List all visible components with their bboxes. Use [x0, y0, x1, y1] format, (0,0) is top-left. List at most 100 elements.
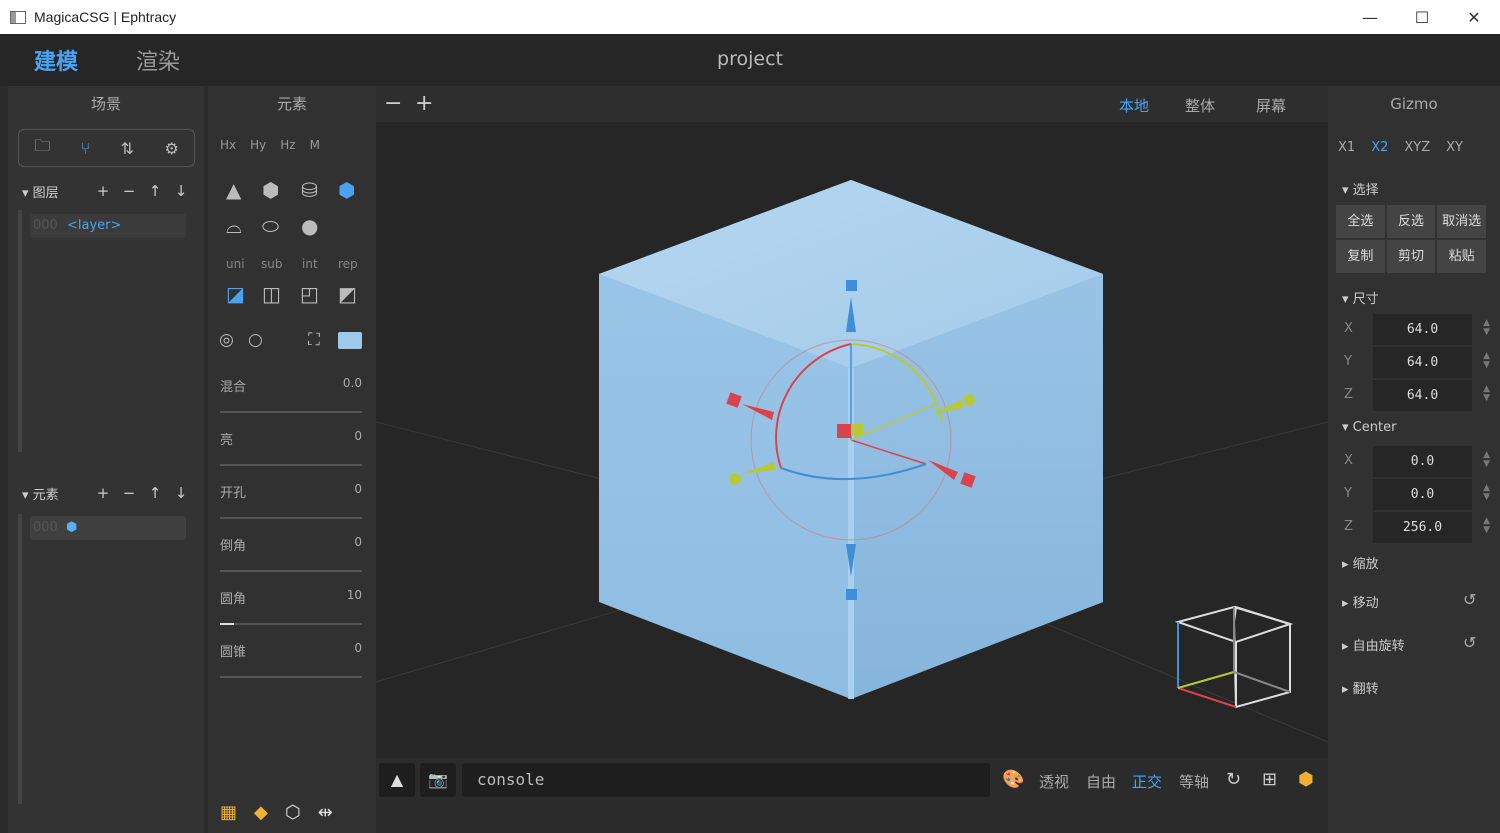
select-section-header[interactable]: ▾ 选择 [1342, 179, 1379, 198]
remove-layer-button[interactable]: − [116, 180, 142, 202]
console-input[interactable]: console [462, 763, 990, 797]
tab-xyz[interactable]: XYZ [1404, 140, 1430, 155]
replace-icon[interactable]: ◩ [338, 282, 357, 306]
move-layer-up-button[interactable]: ↑ [142, 180, 168, 202]
color-swatch[interactable] [338, 332, 362, 349]
move-section-header[interactable]: ▸ 移动 [1342, 592, 1379, 611]
elements-scrollbar[interactable] [18, 514, 22, 804]
camera-button[interactable]: 📷 [420, 763, 456, 797]
frame-icon[interactable]: ⛶ [308, 330, 320, 350]
minimize-button[interactable]: — [1344, 0, 1396, 34]
deselect-button[interactable]: 取消选 [1437, 205, 1486, 238]
gizmo-handle[interactable] [963, 394, 975, 406]
cone-icon[interactable]: ▲ [226, 178, 241, 202]
gear-icon[interactable]: ⚙ [164, 139, 178, 158]
intersect-icon[interactable]: ◰ [300, 282, 319, 306]
sort-icon[interactable]: ⇅ [121, 139, 134, 158]
circle-icon[interactable]: ○ [248, 330, 263, 350]
tree-icon[interactable]: ⑂ [81, 139, 91, 158]
center-x-input[interactable]: 0.0 [1373, 446, 1472, 477]
triangle-toggle-button[interactable]: ▲ [379, 763, 415, 797]
palette-icon[interactable]: 🎨 [1002, 769, 1024, 790]
box-icon[interactable]: ⬡ [285, 802, 301, 823]
element-list-item[interactable]: 000 ⬢ [30, 516, 186, 540]
mode-free[interactable]: 自由 [1086, 771, 1116, 792]
folder-icon[interactable]: 🗀 [34, 135, 50, 162]
mode-orthographic[interactable]: 正交 [1132, 771, 1162, 792]
grid-icon[interactable]: ▦ [220, 802, 237, 823]
axis-m[interactable]: M [310, 138, 320, 152]
size-y-spinner[interactable]: ▲▼ [1483, 352, 1490, 370]
tab-x1[interactable]: X1 [1338, 140, 1355, 155]
center-z-spinner[interactable]: ▲▼ [1483, 517, 1490, 535]
axis-hz[interactable]: Hz [280, 138, 295, 152]
tab-x2[interactable]: X2 [1371, 140, 1388, 155]
tab-screen[interactable]: 屏幕 [1256, 95, 1286, 116]
union-icon[interactable]: ◪ [226, 282, 245, 306]
tab-local[interactable]: 本地 [1119, 95, 1149, 116]
diamond-icon[interactable]: ◆ [254, 802, 268, 823]
add-element-button[interactable]: + [90, 482, 116, 504]
zoom-in-button[interactable]: + [415, 91, 433, 116]
remove-element-button[interactable]: − [116, 482, 142, 504]
add-layer-button[interactable]: + [90, 180, 116, 202]
gizmo-handle[interactable] [729, 473, 741, 485]
gizmo-center-handle[interactable] [851, 424, 863, 436]
reset-rotate-icon[interactable]: ↺ [1463, 633, 1476, 652]
axis-hy[interactable]: Hy [250, 138, 266, 152]
mode-perspective[interactable]: 透视 [1039, 771, 1069, 792]
select-all-button[interactable]: 全选 [1336, 205, 1385, 238]
copy-button[interactable]: 复制 [1336, 240, 1385, 273]
center-x-spinner[interactable]: ▲▼ [1483, 451, 1490, 469]
flip-section-header[interactable]: ▸ 翻转 [1342, 678, 1379, 697]
invert-selection-button[interactable]: 反选 [1387, 205, 1436, 238]
cut-button[interactable]: 剪切 [1387, 240, 1436, 273]
close-button[interactable]: ✕ [1448, 0, 1500, 34]
scale-section-header[interactable]: ▸ 缩放 [1342, 553, 1379, 572]
tab-render[interactable]: 渲染 [136, 44, 180, 76]
box-icon[interactable]: ⬢ [1298, 769, 1314, 790]
move-layer-down-button[interactable]: ↓ [168, 180, 194, 202]
cone-track[interactable] [220, 676, 362, 678]
hexagon-icon[interactable]: ⬢ [262, 178, 279, 202]
subtract-icon[interactable]: ◫ [262, 282, 281, 306]
layer-list-item[interactable]: 000 <layer> [30, 214, 186, 238]
elements-header[interactable]: ▾ 元素 [22, 484, 59, 503]
reset-move-icon[interactable]: ↺ [1463, 590, 1476, 609]
center-y-input[interactable]: 0.0 [1373, 479, 1472, 510]
shine-track[interactable] [220, 464, 362, 466]
layout-icon[interactable]: ⊞ [1262, 769, 1277, 790]
size-z-input[interactable]: 64.0 [1373, 380, 1472, 411]
size-x-spinner[interactable]: ▲▼ [1483, 319, 1490, 337]
viewport[interactable]: − + 本地 整体 屏幕 [376, 86, 1328, 758]
capsule-icon[interactable]: ⬭ [262, 214, 279, 238]
axis-hx[interactable]: Hx [220, 138, 236, 152]
chamfer-track[interactable] [220, 570, 362, 572]
layers-scrollbar[interactable] [18, 210, 22, 452]
free-rotate-section-header[interactable]: ▸ 自由旋转 [1342, 635, 1405, 654]
mode-isometric[interactable]: 等轴 [1179, 771, 1209, 792]
cylinder-icon[interactable]: ⛁ [301, 178, 318, 202]
view-cube[interactable] [1178, 607, 1290, 707]
blend-track[interactable] [220, 411, 362, 413]
tab-model[interactable]: 建模 [34, 44, 78, 76]
viewport-canvas[interactable] [376, 122, 1328, 758]
move-element-up-button[interactable]: ↑ [142, 482, 168, 504]
move-element-down-button[interactable]: ↓ [168, 482, 194, 504]
center-section-header[interactable]: ▾ Center [1342, 420, 1396, 435]
curve-icon[interactable]: ⌓ [226, 214, 242, 238]
sphere-icon[interactable]: ● [301, 214, 318, 238]
maximize-button[interactable]: ☐ [1396, 0, 1448, 34]
layers-header[interactable]: ▾ 图层 [22, 182, 59, 201]
gizmo-handle[interactable] [846, 280, 857, 291]
size-x-input[interactable]: 64.0 [1373, 314, 1472, 345]
size-z-spinner[interactable]: ▲▼ [1483, 385, 1490, 403]
mirror-icon[interactable]: ⇹ [318, 802, 333, 823]
center-z-input[interactable]: 256.0 [1373, 512, 1472, 543]
center-y-spinner[interactable]: ▲▼ [1483, 484, 1490, 502]
tab-global[interactable]: 整体 [1185, 95, 1215, 116]
reset-view-icon[interactable]: ↻ [1226, 769, 1241, 790]
size-section-header[interactable]: ▾ 尺寸 [1342, 288, 1379, 307]
zoom-out-button[interactable]: − [384, 91, 402, 116]
target-icon[interactable]: ◎ [219, 330, 234, 350]
